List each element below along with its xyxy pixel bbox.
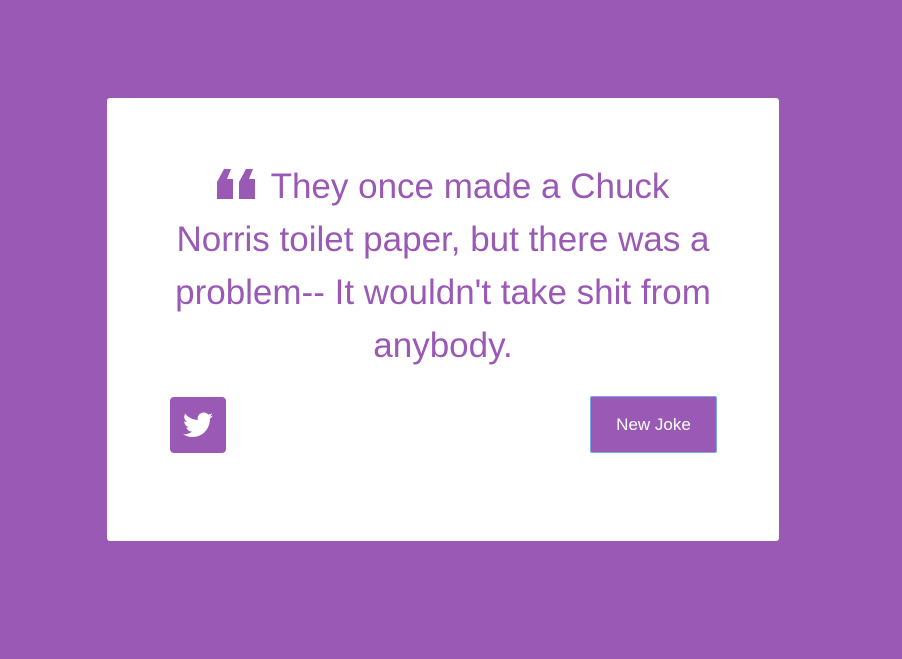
- tweet-button[interactable]: [170, 397, 226, 453]
- joke-text: They once made a Chuck Norris toilet pap…: [175, 167, 711, 365]
- twitter-icon: [183, 412, 213, 438]
- new-joke-button[interactable]: New Joke: [590, 396, 717, 453]
- quote-left-icon: [216, 169, 255, 199]
- joke-quote: They once made a Chuck Norris toilet pap…: [167, 160, 719, 372]
- page: They once made a Chuck Norris toilet pap…: [0, 0, 902, 659]
- quote-card: They once made a Chuck Norris toilet pap…: [107, 98, 779, 541]
